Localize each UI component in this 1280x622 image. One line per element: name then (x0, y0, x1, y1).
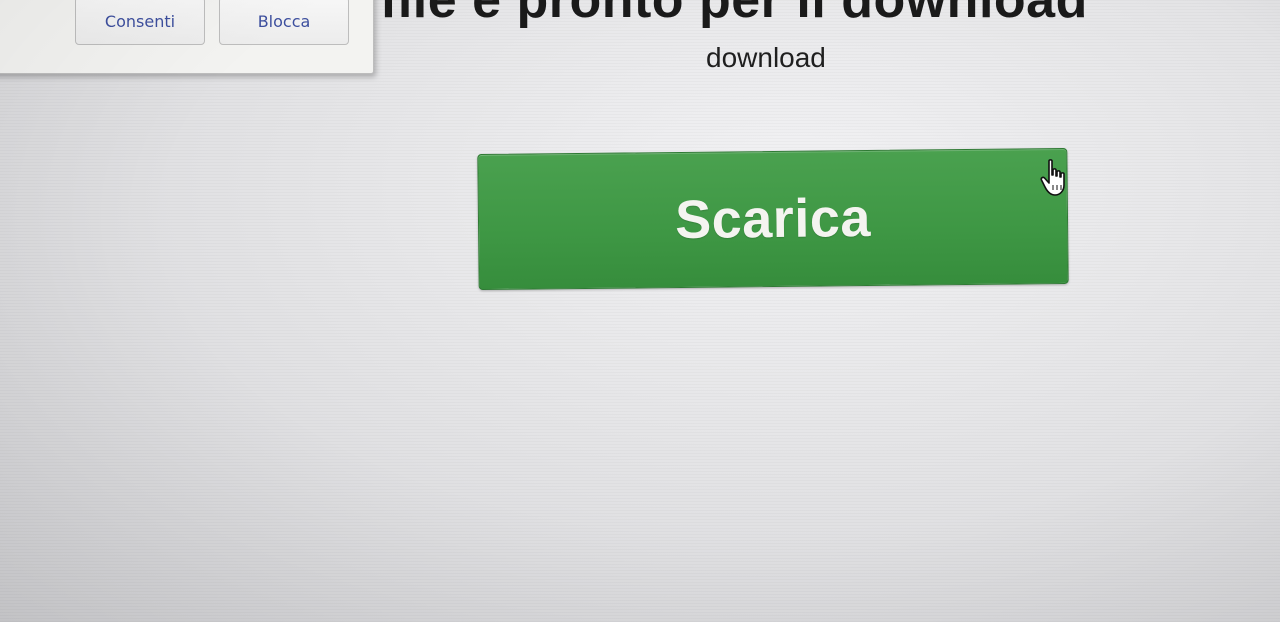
page-title: file è pronto per il download (380, 0, 1088, 29)
screen-texture (0, 0, 1280, 622)
block-button[interactable]: Blocca (219, 0, 349, 45)
allow-button[interactable]: Consenti (75, 0, 205, 45)
hand-pointer-icon (1040, 159, 1065, 196)
vignette (0, 0, 1280, 622)
download-button-label: Scarica (674, 187, 872, 251)
permission-popup: Consenti Blocca (0, 0, 374, 74)
page-subtitle: download (706, 42, 826, 73)
download-button[interactable]: Scarica (477, 147, 1069, 291)
